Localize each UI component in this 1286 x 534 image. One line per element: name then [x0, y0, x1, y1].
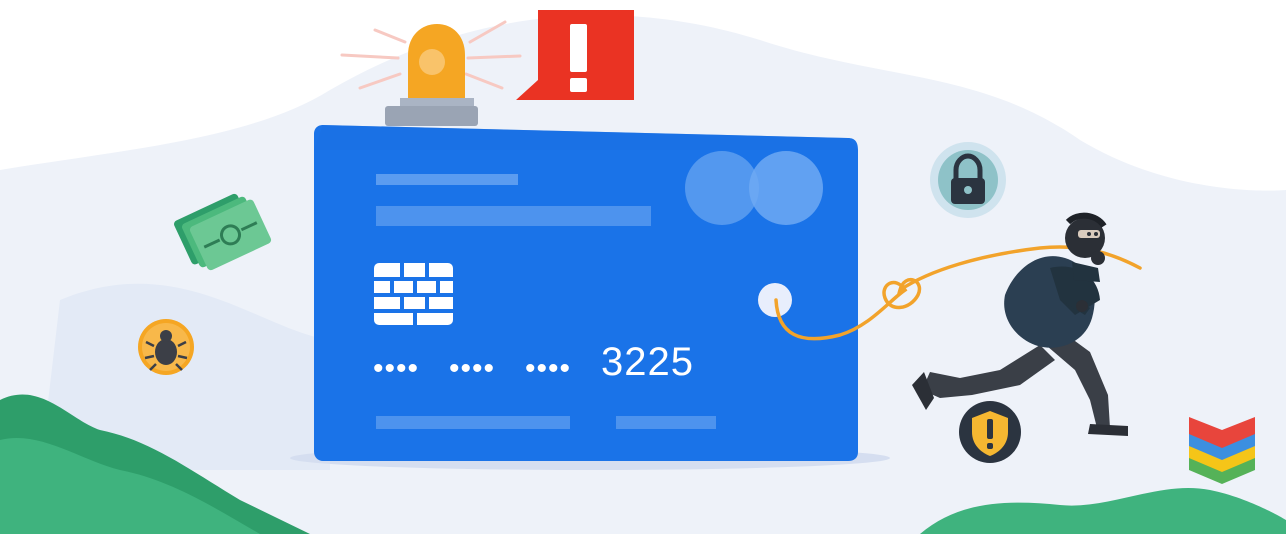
card-line-2: [376, 206, 651, 226]
card-line-1: [376, 174, 518, 185]
illustration-canvas: [0, 10, 1286, 534]
card-last-digits: 3225: [601, 340, 695, 384]
card-number-group-1: ••••: [373, 351, 420, 385]
padlock-icon: [930, 142, 1006, 218]
card-number-group-2: ••••: [449, 351, 496, 385]
card-bottom-line-2: [616, 416, 716, 429]
card-bottom-line-1: [376, 416, 570, 429]
credit-card: [314, 125, 858, 461]
card-chip-icon: [374, 263, 453, 325]
bug-icon: [138, 319, 194, 375]
credit-card-fraud-illustration: •••• •••• •••• 3225: [0, 0, 1286, 534]
card-number: •••• •••• •••• 3225: [373, 340, 694, 385]
card-number-group-3: ••••: [525, 351, 572, 385]
warning-shield-icon: [959, 401, 1021, 463]
